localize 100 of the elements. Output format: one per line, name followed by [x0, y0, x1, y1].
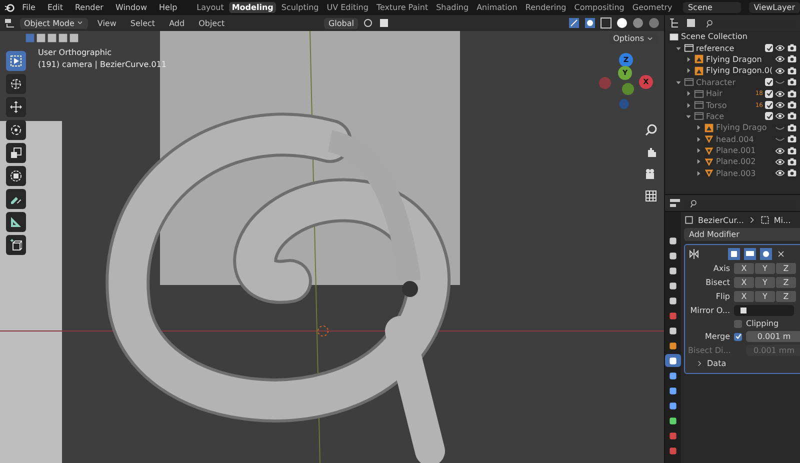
camera-icon [787, 168, 797, 178]
exclude-checkbox[interactable] [765, 101, 773, 110]
axis-toggle[interactable]: Z [776, 277, 796, 288]
expanded-arrow-icon [675, 78, 682, 86]
outliner-item[interactable]: Face [706, 112, 763, 121]
clipping-checkbox[interactable] [734, 320, 742, 328]
breadcrumb-item[interactable]: Mi... [774, 216, 791, 224]
outliner-item[interactable]: Character [696, 78, 763, 87]
outliner-item[interactable]: Hair [706, 89, 754, 98]
menu-item[interactable]: Select [125, 18, 160, 28]
exclude-checkbox[interactable] [765, 78, 773, 86]
viewport-toggle-icon [744, 248, 756, 260]
properties-tab[interactable] [665, 354, 681, 367]
outliner-item[interactable]: Plane.002 [716, 157, 773, 166]
tool-button[interactable] [6, 97, 26, 117]
outliner-item[interactable]: Flying Dragon.0( [706, 66, 773, 76]
outliner-item[interactable]: Plane.001 [716, 146, 773, 156]
workspace-tab[interactable]: Texture Paint [373, 2, 432, 13]
menu-item[interactable]: View [92, 18, 122, 28]
zoom-icon [645, 124, 657, 136]
workspace-tab[interactable]: Sculpting [278, 2, 322, 13]
view-layer-selector[interactable]: ViewLayer [748, 2, 800, 13]
camera-view-icon [645, 168, 657, 180]
blender-logo-icon [4, 2, 16, 14]
3d-cursor-icon [318, 326, 328, 336]
workspace-tab[interactable]: Rendering [522, 2, 570, 13]
merge-checkbox[interactable] [734, 332, 742, 340]
collection-icon [684, 77, 694, 88]
outliner-item[interactable]: Flying Drago [716, 123, 773, 132]
axis-toggle[interactable]: Y [755, 291, 775, 302]
axis-toggle[interactable]: Z [776, 263, 796, 274]
subpanel-header[interactable]: Data [707, 359, 726, 368]
axis-toggle[interactable]: X [734, 263, 754, 274]
field-label: Mirror O... [689, 306, 730, 315]
scene-selector[interactable]: Scene [682, 2, 741, 13]
pivot-icon [362, 17, 374, 29]
tool-button[interactable] [6, 166, 26, 186]
tool-button[interactable] [6, 212, 26, 232]
mesh-icon [704, 168, 714, 178]
display-mode-icon [685, 17, 697, 29]
add-modifier-dropdown[interactable]: Add Modifier [684, 228, 800, 241]
menu-item[interactable]: Object [194, 18, 230, 28]
cursor-icon [10, 78, 22, 90]
outliner-item[interactable]: Scene Collection [681, 32, 797, 42]
orientation-dropdown[interactable]: Global [324, 18, 358, 28]
search-icon [690, 198, 699, 208]
tool-button[interactable] [6, 74, 26, 94]
camera-icon [787, 146, 797, 156]
axis-toggle[interactable]: Y [755, 277, 775, 288]
eye-icon [775, 168, 785, 178]
workspace-tab[interactable]: UV Editing [324, 2, 372, 13]
collection-icon [684, 43, 694, 54]
eye-icon [775, 156, 785, 167]
exclude-checkbox[interactable] [765, 44, 773, 52]
camera-icon [787, 111, 797, 122]
mesh-icon [704, 146, 714, 156]
menu-item[interactable]: Help [154, 3, 182, 12]
transform-icon [10, 170, 22, 182]
xray-icon [600, 17, 612, 29]
axis-toggle[interactable]: Y [755, 263, 775, 274]
tool-button[interactable] [6, 120, 26, 140]
menu-item[interactable]: Render [70, 3, 108, 12]
field-label: Bisect Di... [688, 346, 730, 355]
axis-toggle[interactable]: Z [776, 291, 796, 302]
tool-button[interactable] [6, 235, 26, 255]
menu-item[interactable]: Window [110, 3, 152, 12]
workspace-tab[interactable]: Geometry [629, 2, 676, 13]
workspace-tab[interactable]: Shading [433, 2, 472, 13]
menu-item[interactable]: Add [164, 18, 190, 28]
move-icon [10, 101, 22, 113]
collection-icon [694, 100, 704, 110]
editor-type-icon [4, 17, 16, 29]
tool-button[interactable] [6, 189, 26, 209]
breadcrumb-item[interactable]: BezierCur... [698, 216, 744, 224]
outliner-item[interactable]: Torso [706, 100, 754, 110]
menu-item[interactable]: File [17, 3, 40, 12]
camera-icon [787, 43, 797, 54]
menu-item[interactable]: Edit [42, 3, 68, 12]
workspace-tab[interactable]: Animation [474, 2, 520, 13]
edit-mode-toggle-icon [728, 248, 740, 260]
axis-toggle[interactable]: X [734, 277, 754, 288]
exclude-checkbox[interactable] [765, 112, 773, 120]
tool-button[interactable] [6, 143, 26, 163]
mode-dropdown[interactable]: Object Mode [20, 18, 88, 28]
axis-toggle[interactable]: X [734, 291, 754, 302]
object-field[interactable] [734, 305, 794, 316]
outliner-item[interactable]: Plane.003 [716, 168, 773, 178]
workspace-tab[interactable]: Layout [194, 2, 227, 13]
tool-button[interactable] [6, 51, 26, 71]
field-label: Merge [704, 332, 730, 341]
curve-object-icon [684, 215, 694, 225]
outliner-item[interactable]: head.004 [716, 134, 773, 144]
outliner-item[interactable]: Flying Dragon [706, 54, 773, 64]
workspace-tab[interactable]: Compositing [571, 2, 628, 13]
number-field[interactable]: 0.001 m [746, 331, 800, 342]
outliner-item[interactable]: reference [696, 44, 763, 53]
eye-icon [775, 146, 785, 156]
workspace-tab[interactable]: Modeling [228, 2, 276, 13]
add-cube-icon [10, 239, 22, 251]
exclude-checkbox[interactable] [765, 90, 773, 98]
